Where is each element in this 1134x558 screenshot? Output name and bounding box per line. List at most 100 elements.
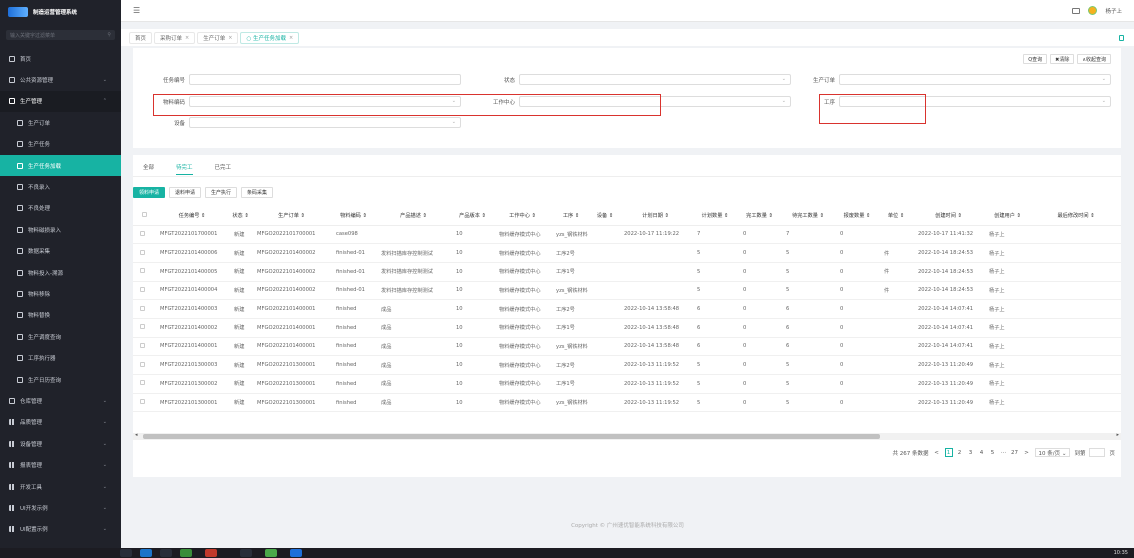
table-cell: 2022-10-13 11:19:52 — [619, 374, 692, 394]
sidebar-item[interactable]: 生产管理 ⌃ — [0, 90, 121, 113]
scroll-right-icon[interactable]: ▸ — [1116, 432, 1119, 438]
page-tab[interactable]: 生产订单 × — [197, 31, 239, 44]
scroll-left-icon[interactable]: ◂ — [135, 432, 138, 438]
page-number[interactable]: 27 — [1011, 448, 1019, 457]
action-button[interactable]: 生产执行 — [205, 187, 238, 198]
row-checkbox[interactable] — [140, 286, 145, 292]
table-row[interactable]: MFGT2022101400006 新建 MFGO2022101400002 fini… — [133, 243, 1121, 263]
close-icon[interactable]: × — [228, 35, 232, 41]
row-checkbox[interactable] — [140, 249, 145, 255]
filter-input[interactable]: ⌄ — [519, 74, 791, 85]
taskbar-app-icon[interactable] — [180, 549, 192, 557]
table-row[interactable]: MFGT2022101400003 新建 MFGO2022101400001 fini… — [133, 299, 1121, 319]
sidebar-item[interactable]: 不良处理 — [0, 198, 121, 219]
row-checkbox[interactable] — [140, 399, 145, 405]
sidebar-item[interactable]: UI开发示例 ⌄ — [0, 497, 121, 518]
row-checkbox[interactable] — [140, 230, 145, 236]
taskbar-app-icon[interactable] — [240, 549, 252, 557]
page-tab[interactable]: ○ 生产任务加载 × — [240, 31, 300, 44]
row-checkbox[interactable] — [140, 342, 145, 348]
menu-search-input[interactable]: 输入关键字过滤菜单 ⚲ — [6, 30, 115, 40]
row-checkbox[interactable] — [140, 380, 145, 386]
sidebar-item[interactable]: 报表管理 ⌄ — [0, 454, 121, 475]
table-cell: 5 — [781, 355, 835, 375]
lock-icon[interactable] — [1119, 34, 1124, 41]
filter-input[interactable] — [189, 74, 461, 85]
sidebar-item[interactable]: 工序执行器 — [0, 347, 121, 368]
taskbar-app-icon[interactable] — [160, 549, 172, 557]
avatar[interactable] — [1088, 6, 1098, 15]
sidebar-item[interactable]: 物料磁损录入 — [0, 219, 121, 240]
row-checkbox[interactable] — [140, 268, 145, 274]
sidebar-item[interactable]: 不良录入 — [0, 176, 121, 197]
sidebar-item[interactable]: 物料替换 — [0, 305, 121, 326]
sidebar-item[interactable]: 生产订单 — [0, 112, 121, 133]
page-number[interactable]: 4 — [978, 448, 986, 457]
filter-button[interactable]: ∧收起查询 — [1077, 54, 1111, 64]
sidebar-item[interactable]: 生产日历查询 — [0, 369, 121, 390]
page-number[interactable]: 5 — [989, 448, 997, 457]
sidebar-item[interactable]: 生产任务加载 — [0, 154, 121, 177]
sidebar-item[interactable]: 首页 — [0, 48, 121, 69]
sidebar-item[interactable]: 仓库管理 ⌄ — [0, 390, 121, 411]
mail-icon[interactable] — [1072, 7, 1081, 14]
page-size-select[interactable]: 10 条/页 ⌄ — [1034, 448, 1071, 457]
sidebar-item[interactable]: 物料移除 — [0, 283, 121, 304]
sidebar-item[interactable]: 公共资源管理 ⌄ — [0, 69, 121, 90]
sidebar-item[interactable]: 物料投入-溯源 — [0, 262, 121, 283]
table-row[interactable]: MFGT2022101300003 新建 MFGO2022101300001 fini… — [133, 355, 1121, 375]
next-page-button[interactable]: > — [1023, 448, 1031, 457]
sidebar-item[interactable]: 品质管理 ⌄ — [0, 412, 121, 433]
status-tab[interactable]: 待完工 — [176, 163, 193, 175]
table-row[interactable]: MFGT2022101400001 新建 MFGO2022101400001 fini… — [133, 337, 1121, 357]
taskbar-app-icon[interactable] — [120, 549, 132, 557]
close-icon[interactable]: × — [289, 35, 293, 41]
row-checkbox[interactable] — [140, 361, 145, 367]
goto-page-input[interactable] — [1089, 448, 1106, 457]
action-button[interactable]: 条码采集 — [241, 187, 274, 198]
page-number[interactable]: 3 — [967, 448, 975, 457]
page-tab[interactable]: 采购订单 × — [154, 31, 196, 44]
filter-button[interactable]: ✖清除 — [1050, 54, 1075, 64]
sidebar-item[interactable]: 生产调度查询 — [0, 326, 121, 347]
sidebar-item[interactable]: UI配置示例 ⌄ — [0, 519, 121, 540]
table-row[interactable]: MFGT2022101400005 新建 MFGO2022101400002 fini… — [133, 262, 1121, 282]
prev-page-button[interactable]: < — [933, 448, 941, 457]
filter-button[interactable]: Q查询 — [1023, 54, 1048, 64]
taskbar-app-icon[interactable] — [290, 549, 302, 557]
action-button[interactable]: 领料申请 — [133, 187, 166, 198]
row-checkbox[interactable] — [140, 305, 145, 311]
sidebar-item[interactable]: 生产任务 — [0, 134, 121, 155]
table-row[interactable]: MFGT2022101400004 新建 MFGO2022101400002 fini… — [133, 281, 1121, 301]
sidebar-item[interactable]: 开发工具 ⌄ — [0, 476, 121, 497]
sidebar-item[interactable]: 数据采集 — [0, 241, 121, 262]
table-row[interactable]: MFGT2022101300002 新建 MFGO2022101300001 fini… — [133, 374, 1121, 394]
status-tab[interactable]: 全部 — [143, 163, 154, 175]
select-all-checkbox[interactable] — [141, 211, 147, 217]
page-number[interactable]: ··· — [1000, 448, 1008, 457]
taskbar-app-icon[interactable] — [265, 549, 277, 557]
user-name[interactable]: 杨子上 — [1105, 7, 1122, 15]
row-checkbox[interactable] — [140, 324, 145, 330]
menu-fold-icon[interactable]: ☰ — [133, 6, 140, 15]
page-tab[interactable]: 首页 — [129, 31, 153, 44]
action-button[interactable]: 退料申请 — [169, 187, 202, 198]
table-cell: 2022-10-17 11:19:22 — [619, 225, 692, 245]
horizontal-scrollbar[interactable]: ◂ ▸ — [133, 432, 1121, 440]
table-row[interactable]: MFGT2022101700001 新建 MFGO2022101700001 case… — [133, 225, 1121, 245]
table-cell: 2022-10-13 11:19:52 — [619, 355, 692, 375]
page-number[interactable]: 1 — [944, 448, 953, 457]
table-row[interactable]: MFGT2022101400002 新建 MFGO2022101400001 fini… — [133, 318, 1121, 338]
taskbar-app-icon[interactable] — [205, 549, 217, 557]
page-number[interactable]: 2 — [956, 448, 964, 457]
scrollbar-thumb[interactable] — [143, 434, 880, 439]
doc-icon — [17, 269, 23, 276]
sidebar-item[interactable]: 设备管理 ⌄ — [0, 433, 121, 454]
filter-input[interactable]: ⌄ — [839, 74, 1111, 85]
close-icon[interactable]: × — [185, 35, 189, 41]
column-header[interactable] — [133, 206, 155, 226]
taskbar-app-icon[interactable] — [140, 549, 152, 557]
table-row[interactable]: MFGT2022101300001 新建 MFGO2022101300001 fini… — [133, 393, 1121, 413]
status-tab[interactable]: 已完工 — [215, 163, 232, 175]
filter-input[interactable]: ⌄ — [189, 117, 461, 128]
